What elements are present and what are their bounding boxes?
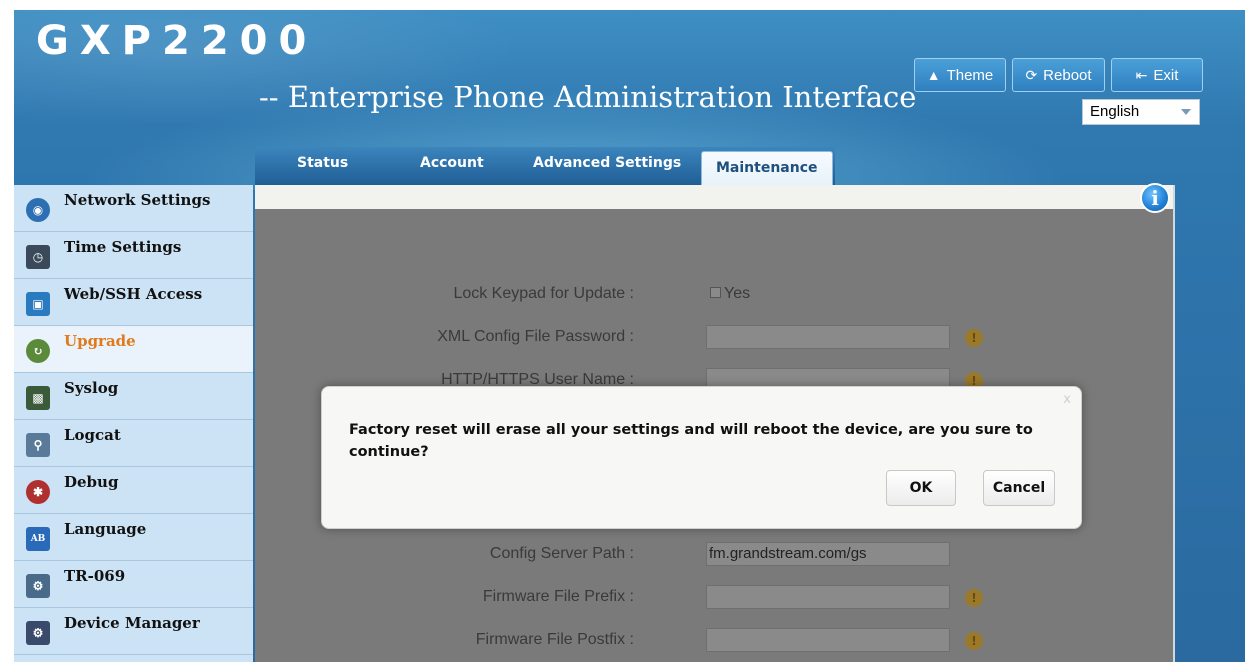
fw-prefix-row: Firmware File Prefix : [380,588,634,608]
sidebar-item-language[interactable]: AB Language [14,514,253,561]
ok-button[interactable]: OK [886,470,956,506]
tab-account[interactable]: Account [420,155,484,171]
main-tabs: Status Account Advanced Settings Mainten… [255,147,835,185]
theme-button[interactable]: ▲ Theme [914,58,1006,92]
sidebar-item-time-settings[interactable]: ◷ Time Settings [14,232,253,279]
exit-label: Exit [1153,66,1179,84]
sidebar-item-network-settings[interactable]: ◉ Network Settings [14,185,253,232]
config-server-path-row: Config Server Path : [380,545,634,565]
sidebar-item-label: Device Manager [64,614,200,632]
chevron-down-icon [1181,109,1191,115]
reboot-label: Reboot [1043,66,1092,84]
fw-prefix-field[interactable] [706,585,950,609]
close-icon[interactable]: x [1063,392,1071,407]
theme-label: Theme [946,66,994,84]
sidebar-item-label: Debug [64,473,119,491]
page-subtitle: -- Enterprise Phone Administration Inter… [259,80,917,114]
device-manager-icon: ⚙ [26,621,50,645]
sidebar-item-logcat[interactable]: ⚲ Logcat [14,420,253,467]
sidebar-item-label: Syslog [64,379,119,397]
sidebar-item-device-manager[interactable]: ⚙ Device Manager [14,608,253,655]
sidebar-item-label: TR-069 [64,567,126,585]
computers-icon: ▣ [26,292,50,316]
config-server-path-field[interactable]: fm.grandstream.com/gs [706,542,950,566]
sidebar-item-label: Network Settings [64,191,211,209]
clock-icon: ◷ [26,245,50,269]
language-selected: English [1090,103,1140,120]
refresh-icon: ⟳ [1025,66,1038,83]
sidebar-item-syslog[interactable]: ▩ Syslog [14,373,253,420]
fw-postfix-row: Firmware File Postfix : [380,631,634,651]
config-server-path-label: Config Server Path : [489,545,634,562]
magnifier-icon: ⚲ [26,433,50,457]
warning-icon: ! [965,329,983,347]
tr069-icon: ⚙ [26,574,50,598]
lock-keypad-checkbox[interactable]: Yes [710,285,750,303]
sidebar-item-label: Logcat [64,426,121,444]
sidebar-item-label: Web/SSH Access [64,285,203,303]
upgrade-arrow-icon: ↻ [26,339,50,363]
xml-password-label: XML Config File Password : [437,328,634,345]
cancel-button[interactable]: Cancel [983,470,1055,506]
sidebar-item-upgrade[interactable]: ↻ Upgrade [14,326,253,373]
tab-status[interactable]: Status [297,155,348,171]
bug-icon: ✱ [26,480,50,504]
warning-icon: ! [965,589,983,607]
info-icon[interactable]: i [1140,183,1170,213]
syslog-monitor-icon: ▩ [26,386,50,410]
lock-keypad-option: Yes [724,285,751,302]
sidebar: ◉ Network Settings ◷ Time Settings ▣ Web… [14,185,253,662]
lock-keypad-row: Lock Keypad for Update : [380,285,634,305]
sidebar-item-tr-069[interactable]: ⚙ TR-069 [14,561,253,608]
fw-prefix-label: Firmware File Prefix : [482,588,634,605]
language-ab-icon: AB [26,527,50,551]
fw-postfix-label: Firmware File Postfix : [475,631,634,648]
sidebar-item-label: Language [64,520,147,538]
sidebar-item-label: Upgrade [64,332,136,350]
factory-reset-dialog: x Factory reset will erase all your sett… [321,386,1082,529]
tab-advanced-settings[interactable]: Advanced Settings [533,155,681,171]
exit-icon: ⇤ [1135,66,1148,83]
language-select[interactable]: English [1082,99,1200,125]
shirt-icon: ▲ [926,67,941,83]
sidebar-item-web-ssh-access[interactable]: ▣ Web/SSH Access [14,279,253,326]
sidebar-item-debug[interactable]: ✱ Debug [14,467,253,514]
fw-postfix-field[interactable] [706,628,950,652]
gxp-logo: GXP2200 [36,18,318,64]
sidebar-item-label: Time Settings [64,238,182,256]
checkbox-icon [710,287,721,298]
xml-password-row: XML Config File Password : [380,328,634,348]
network-globe-icon: ◉ [26,198,50,222]
xml-password-field[interactable] [706,325,950,349]
dialog-message: Factory reset will erase all your settin… [349,422,1033,460]
reboot-button[interactable]: ⟳ Reboot [1012,58,1105,92]
exit-button[interactable]: ⇤ Exit [1111,58,1203,92]
lock-keypad-label: Lock Keypad for Update : [453,285,634,302]
tab-maintenance[interactable]: Maintenance [701,151,833,185]
warning-icon: ! [965,632,983,650]
